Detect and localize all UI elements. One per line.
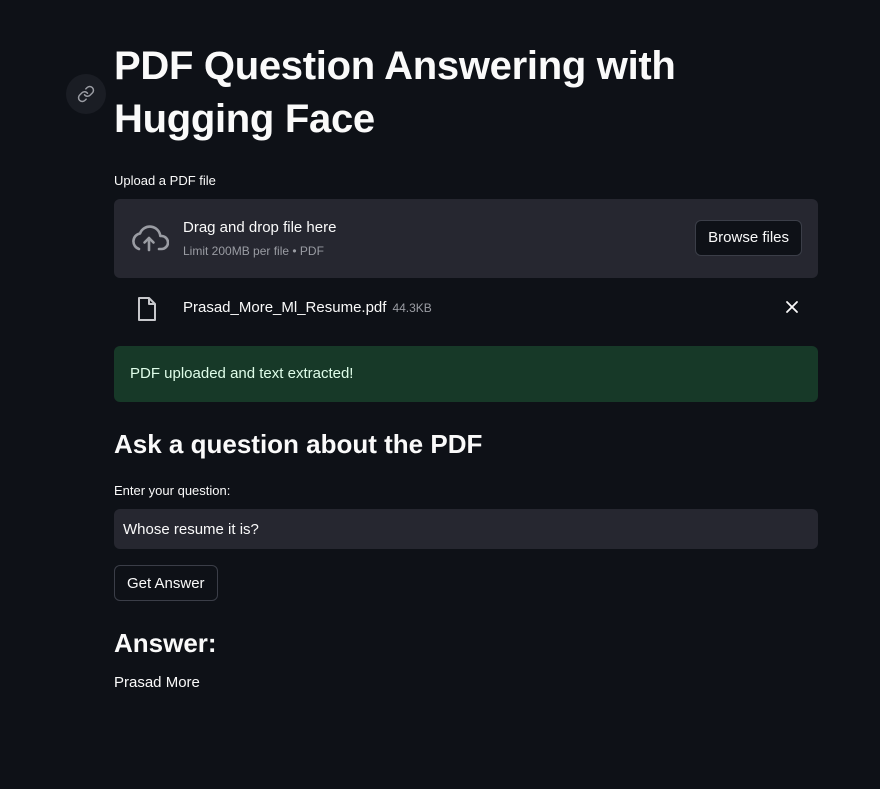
get-answer-button[interactable]: Get Answer [114, 565, 218, 601]
upload-label: Upload a PDF file [114, 173, 216, 188]
page-title-line1: PDF Question Answering with [114, 44, 676, 88]
uploaded-file-size: 44.3KB [392, 301, 432, 315]
dropzone-title: Drag and drop file here [183, 219, 337, 236]
page-title: PDF Question Answering with Hugging Face [114, 40, 818, 146]
answer-heading: Answer: [114, 628, 217, 658]
uploaded-file-row: Prasad_More_Ml_Resume.pdf 44.3KB [114, 278, 818, 336]
question-input[interactable] [114, 509, 818, 549]
heading-anchor-link[interactable] [66, 74, 106, 114]
answer-text: Prasad More [114, 674, 200, 691]
close-icon[interactable] [784, 299, 800, 315]
page-title-line2: Hugging Face [114, 97, 375, 141]
file-dropzone[interactable]: Drag and drop file here Limit 200MB per … [114, 199, 818, 278]
cloud-upload-icon [132, 225, 169, 252]
dropzone-limit: Limit 200MB per file • PDF [183, 244, 324, 258]
link-icon [77, 85, 95, 103]
file-icon [138, 297, 156, 321]
success-alert: PDF uploaded and text extracted! [114, 346, 818, 402]
uploaded-file-name: Prasad_More_Ml_Resume.pdf [183, 299, 387, 316]
browse-files-button[interactable]: Browse files [695, 220, 802, 256]
main-content: PDF Question Answering with Hugging Face… [114, 40, 818, 693]
question-input-label: Enter your question: [114, 483, 231, 498]
question-section-heading: Ask a question about the PDF [114, 429, 483, 459]
